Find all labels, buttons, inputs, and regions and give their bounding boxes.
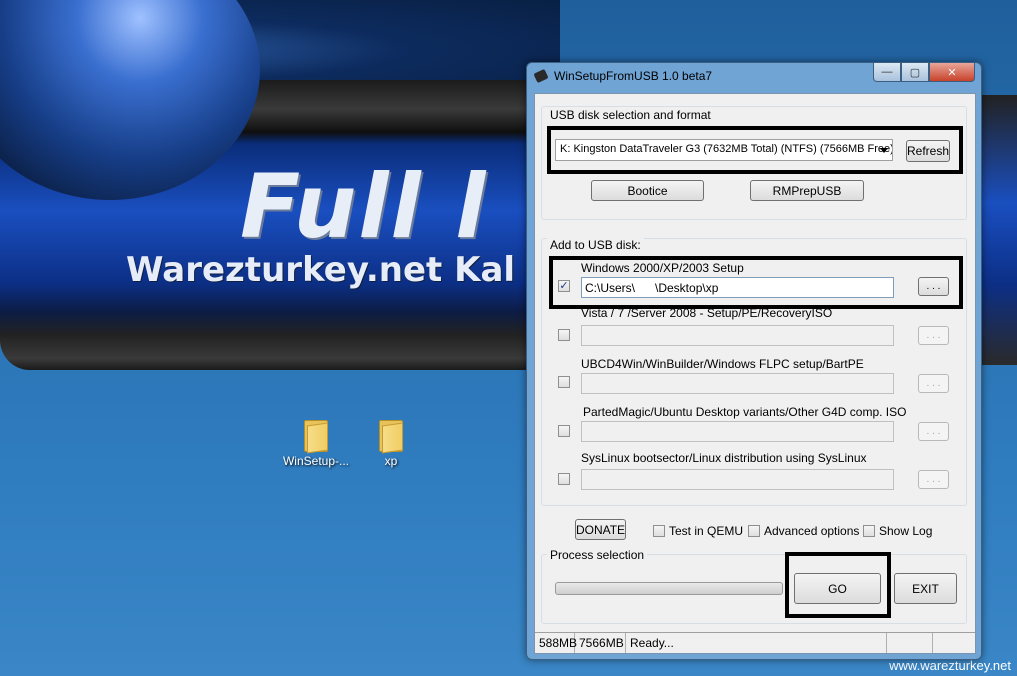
- chevron-down-icon: [880, 148, 888, 153]
- usb-disk-select-value: K: Kingston DataTraveler G3 (7632MB Tota…: [560, 143, 893, 155]
- status-bar: 588MB 7566MB Ready...: [535, 632, 975, 653]
- test-qemu-checkbox[interactable]: [653, 525, 665, 537]
- source-label-vista: Vista / 7 /Server 2008 - Setup/PE/Recove…: [581, 306, 833, 320]
- browse-button-syslinux[interactable]: . . .: [918, 470, 949, 489]
- source-path-syslinux[interactable]: [581, 469, 894, 490]
- browse-button-winxp[interactable]: . . .: [918, 277, 949, 296]
- source-label-partedmagic: PartedMagic/Ubuntu Desktop variants/Othe…: [583, 405, 907, 419]
- show-log-checkbox[interactable]: [863, 525, 875, 537]
- advanced-options-label: Advanced options: [764, 524, 860, 538]
- usb-disk-group-label: USB disk selection and format: [547, 108, 714, 122]
- source-path-vista[interactable]: [581, 325, 894, 346]
- source-path-winxp[interactable]: C:\Users\ \Desktop\xp: [581, 277, 894, 298]
- folder-icon: [304, 418, 328, 454]
- go-button[interactable]: GO: [794, 573, 881, 604]
- close-button[interactable]: ✕: [929, 63, 975, 82]
- desktop-icon-label: WinSetup-...: [282, 454, 350, 468]
- desktop-icon-label: xp: [384, 454, 398, 468]
- maximize-button[interactable]: ▢: [901, 63, 929, 82]
- source-path-partedmagic[interactable]: [581, 421, 894, 442]
- app-window: WinSetupFromUSB 1.0 beta7 — ▢ ✕ USB disk…: [526, 62, 982, 660]
- wallpaper-title: Full l: [240, 155, 488, 258]
- source-path-ubcd[interactable]: [581, 373, 894, 394]
- show-log-label: Show Log: [879, 524, 933, 538]
- source-label-winxp: Windows 2000/XP/2003 Setup: [581, 261, 744, 275]
- desktop-icon-winsetup[interactable]: WinSetup-...: [276, 418, 356, 468]
- window-title: WinSetupFromUSB 1.0 beta7: [554, 69, 713, 83]
- title-bar[interactable]: WinSetupFromUSB 1.0 beta7 — ▢ ✕: [527, 63, 981, 89]
- browse-button-ubcd[interactable]: . . .: [918, 374, 949, 393]
- browse-button-partedmagic[interactable]: . . .: [918, 422, 949, 441]
- status-cell-empty: [887, 633, 933, 653]
- source-checkbox-partedmagic[interactable]: [558, 425, 570, 437]
- source-checkbox-ubcd[interactable]: [558, 376, 570, 388]
- minimize-button[interactable]: —: [873, 63, 901, 82]
- bootice-button[interactable]: Bootice: [591, 180, 704, 201]
- status-size-free: 7566MB: [575, 633, 626, 653]
- process-group-label: Process selection: [547, 548, 648, 562]
- status-size-used: 588MB: [535, 633, 577, 653]
- wallpaper-subtitle: Warezturkey.net Kal: [126, 250, 516, 290]
- progress-bar: [555, 582, 783, 595]
- source-checkbox-winxp[interactable]: ✓: [558, 280, 570, 292]
- status-cell-empty-2: [933, 633, 975, 653]
- rmprepusb-button[interactable]: RMPrepUSB: [750, 180, 864, 201]
- source-checkbox-syslinux[interactable]: [558, 473, 570, 485]
- status-message: Ready...: [626, 633, 887, 653]
- refresh-button[interactable]: Refresh: [906, 140, 950, 162]
- exit-button[interactable]: EXIT: [894, 573, 957, 604]
- source-label-syslinux: SysLinux bootsector/Linux distribution u…: [581, 451, 867, 465]
- folder-icon: [379, 418, 403, 454]
- usb-disk-select[interactable]: K: Kingston DataTraveler G3 (7632MB Tota…: [555, 139, 893, 161]
- window-client: USB disk selection and format K: Kingsto…: [534, 93, 976, 654]
- browse-button-vista[interactable]: . . .: [918, 326, 949, 345]
- usb-drive-icon: [533, 68, 549, 84]
- add-to-usb-group-label: Add to USB disk:: [547, 238, 644, 252]
- watermark: www.warezturkey.net: [889, 658, 1011, 673]
- source-label-ubcd: UBCD4Win/WinBuilder/Windows FLPC setup/B…: [581, 357, 864, 371]
- test-qemu-label: Test in QEMU: [669, 524, 744, 538]
- source-checkbox-vista[interactable]: [558, 329, 570, 341]
- donate-button[interactable]: DONATE: [575, 519, 626, 540]
- advanced-options-checkbox[interactable]: [748, 525, 760, 537]
- desktop-icon-xp[interactable]: xp: [351, 418, 431, 468]
